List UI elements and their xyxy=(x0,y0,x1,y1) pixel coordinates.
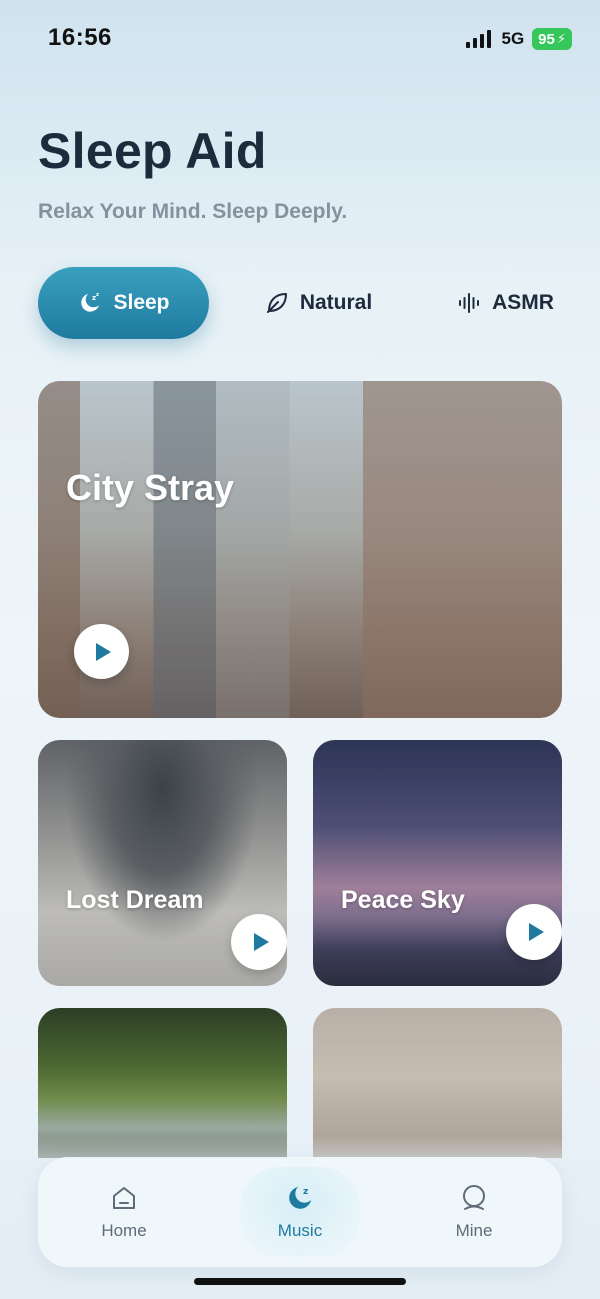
nav-mine[interactable]: Mine xyxy=(418,1167,530,1257)
status-indicators: 5G 95 ⚡ xyxy=(465,28,572,50)
card-title: Lost Dream xyxy=(66,886,204,914)
play-button[interactable] xyxy=(506,904,562,960)
status-time: 16:56 xyxy=(48,24,112,51)
play-icon xyxy=(253,933,269,951)
play-button[interactable] xyxy=(231,914,287,970)
battery-indicator: 95 ⚡ xyxy=(532,28,572,50)
home-indicator xyxy=(194,1278,406,1285)
nav-music[interactable]: z Music xyxy=(240,1167,360,1257)
play-button[interactable] xyxy=(74,624,129,679)
nav-home-label: Home xyxy=(101,1221,147,1240)
card-title: Peace Sky xyxy=(341,886,465,914)
svg-text:z: z xyxy=(96,292,99,298)
svg-text:z: z xyxy=(303,1187,308,1197)
card-title: City Stray xyxy=(66,467,235,508)
sound-card-lost-dream[interactable]: Lost Dream xyxy=(38,740,287,986)
tab-sleep-label: Sleep xyxy=(113,291,170,314)
nav-home[interactable]: Home xyxy=(68,1167,180,1257)
profile-icon xyxy=(463,1185,485,1210)
tab-asmr-label: ASMR xyxy=(492,291,554,314)
tab-natural[interactable]: Natural xyxy=(248,267,388,339)
sound-wave-icon xyxy=(459,293,480,313)
category-tabs: z z Sleep Natural ASMR xyxy=(38,267,562,339)
tab-natural-label: Natural xyxy=(299,291,373,314)
home-icon xyxy=(113,1187,135,1209)
page-title: Sleep Aid xyxy=(38,123,267,179)
leaf-icon xyxy=(266,293,287,313)
sound-card-city-stray[interactable]: City Stray xyxy=(38,381,562,718)
moon-zz-icon: z z xyxy=(81,292,100,312)
bottom-nav: Home z Music Mine xyxy=(38,1157,562,1267)
cellular-signal-icon xyxy=(466,30,492,48)
nav-music-label: Music xyxy=(277,1221,323,1240)
status-bar: 16:56 5G 95 ⚡ xyxy=(0,0,600,80)
page-subtitle: Relax Your Mind. Sleep Deeply. xyxy=(38,200,348,223)
tab-asmr[interactable]: ASMR xyxy=(448,267,562,339)
play-icon xyxy=(528,923,544,941)
tab-sleep[interactable]: z z Sleep xyxy=(38,267,209,339)
play-icon xyxy=(96,642,111,661)
battery-level: 95 xyxy=(538,30,555,48)
charging-bolt-icon: ⚡ xyxy=(556,31,566,46)
nav-mine-label: Mine xyxy=(455,1221,493,1240)
sound-card-peace-sky[interactable]: Peace Sky xyxy=(313,740,562,986)
network-type: 5G xyxy=(501,29,525,48)
music-moon-icon: z xyxy=(289,1187,311,1209)
